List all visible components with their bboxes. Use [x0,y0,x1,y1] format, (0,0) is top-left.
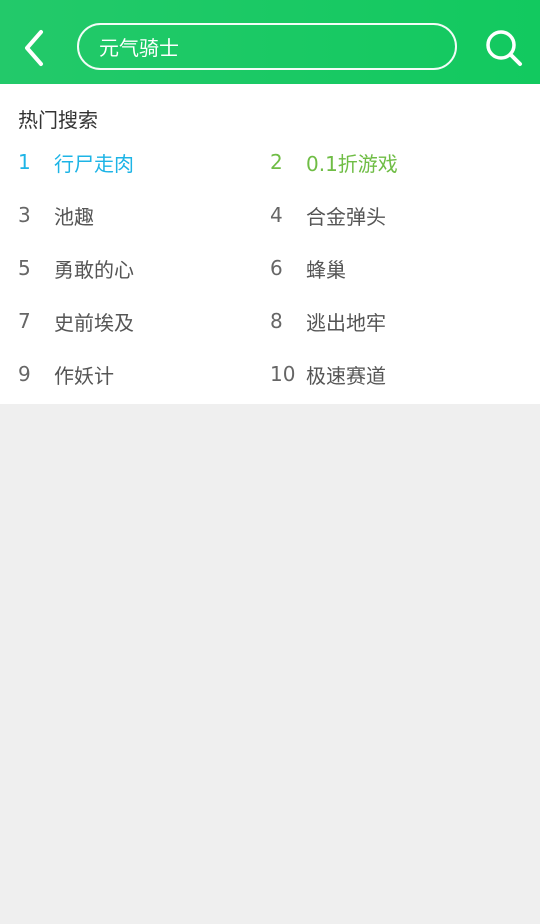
rank-number: 3 [18,203,31,227]
hot-search-item-4[interactable]: 4 合金弹头 [270,195,386,235]
rank-number: 7 [18,309,31,333]
hot-search-item-7[interactable]: 7 史前埃及 [18,301,134,341]
rank-number: 8 [270,309,283,333]
hot-search-item-8[interactable]: 8 逃出地牢 [270,301,386,341]
hot-search-item-1[interactable]: 1 行尸走肉 [18,142,134,182]
chevron-left-icon [25,30,43,66]
hot-search-item-10[interactable]: 10 极速赛道 [270,354,386,394]
rank-number: 1 [18,150,31,174]
hot-search-panel: 热门搜索 1 行尸走肉 2 0.1折游戏 3 池趣 4 合金弹头 5 勇敢的心 … [0,84,540,404]
search-icon [486,30,522,66]
search-box[interactable] [77,23,457,70]
hot-search-label: 勇敢的心 [54,257,134,282]
hot-search-label: 极速赛道 [306,363,386,388]
rank-number: 2 [270,150,283,174]
rank-number: 4 [270,203,283,227]
hot-search-label: 史前埃及 [54,310,134,335]
hot-search-item-6[interactable]: 6 蜂巢 [270,248,346,288]
hot-search-label: 行尸走肉 [54,151,134,176]
hot-search-label: 0.1折游戏 [306,151,398,176]
hot-search-label: 蜂巢 [306,257,346,282]
rank-number: 5 [18,256,31,280]
top-app-bar [0,0,540,84]
search-button[interactable] [480,24,528,72]
hot-search-item-5[interactable]: 5 勇敢的心 [18,248,134,288]
search-input[interactable] [97,33,441,60]
hot-search-item-9[interactable]: 9 作妖计 [18,354,114,394]
rank-number: 10 [270,362,296,386]
hot-search-label: 池趣 [54,204,94,229]
hot-search-label: 作妖计 [54,363,114,388]
rank-number: 9 [18,362,31,386]
hot-search-item-2[interactable]: 2 0.1折游戏 [270,142,398,182]
back-button[interactable] [12,22,56,74]
hot-search-item-3[interactable]: 3 池趣 [18,195,94,235]
hot-search-title: 热门搜索 [18,108,98,132]
rank-number: 6 [270,256,283,280]
hot-search-label: 逃出地牢 [306,310,386,335]
hot-search-label: 合金弹头 [306,204,386,229]
